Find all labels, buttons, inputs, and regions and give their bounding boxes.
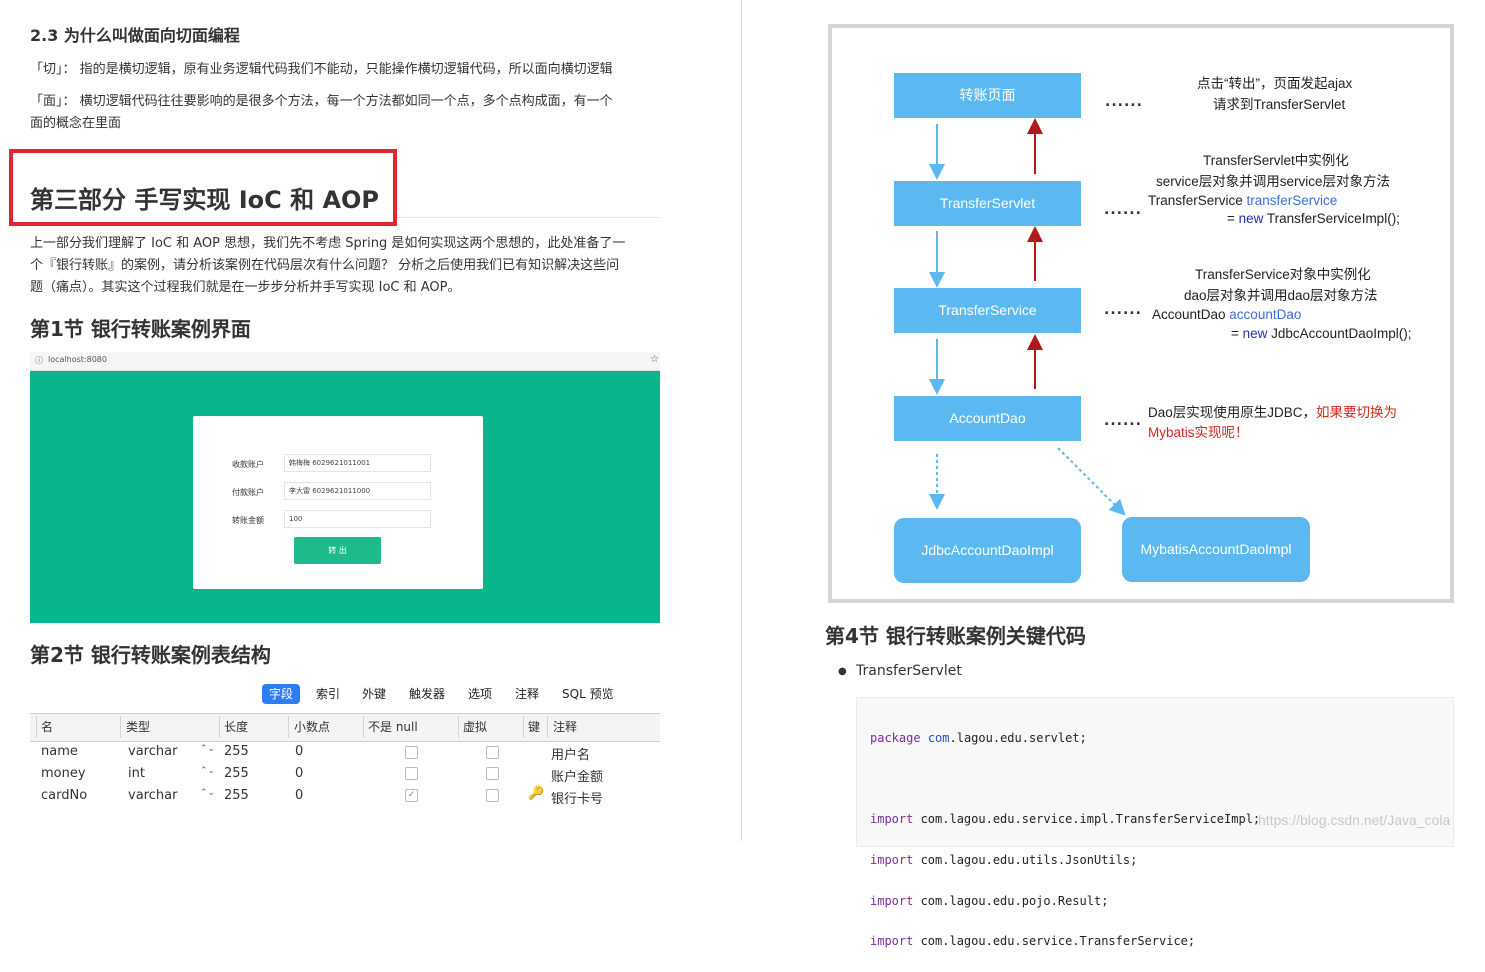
column-separator [288, 716, 289, 738]
column-header-name[interactable]: 名 [41, 718, 53, 735]
dashed-arrow-mybatis [1057, 447, 1126, 516]
para-qie: 「切」： 指的是横切逻辑，原有业务逻辑代码我们不能动，只能操作横切逻辑代码，所以… [30, 62, 613, 77]
cell-decimal[interactable]: 0 [295, 766, 303, 781]
column-header-type[interactable]: 类型 [126, 718, 150, 735]
cell-type[interactable]: varchar [128, 788, 177, 803]
cell-name[interactable]: name [41, 744, 78, 759]
intro-line2: 个『银行转账』的案例，请分析该案例在代码层次有什么问题？ 分析之后使用我们已有知… [30, 258, 620, 273]
cell-name[interactable]: cardNo [41, 788, 87, 803]
column-separator [547, 716, 548, 738]
code-line: import com.lagou.edu.service.impl.Transf… [870, 812, 1261, 827]
section-heading: 2.3 为什么叫做面向切面编程 [30, 26, 240, 45]
dots-connector: ...... [1104, 202, 1142, 218]
transfer-submit-button[interactable]: 转 出 [294, 537, 381, 564]
cell-type[interactable]: varchar [128, 744, 177, 759]
note-page-line1: 点击“转出”，页面发起ajax [1197, 76, 1353, 91]
cell-decimal[interactable]: 0 [295, 744, 303, 759]
dots-connector: ...... [1104, 413, 1142, 429]
note-service-line2: dao层对象并调用dao层对象方法 [1184, 288, 1378, 303]
column-separator [458, 716, 459, 738]
not-null-checkbox[interactable] [405, 746, 418, 759]
tab-sql-preview[interactable]: SQL 预览 [562, 684, 614, 704]
tab-comment[interactable]: 注释 [515, 684, 539, 704]
intro-line1: 上一部分我们理解了 IoC 和 AOP 思想，我们先不考虑 Spring 是如何… [30, 236, 626, 251]
type-stepper-icon[interactable]: ⌃⌄ [200, 789, 215, 798]
dots-connector: ...... [1105, 94, 1143, 110]
column-header-not-null[interactable]: 不是 null [368, 718, 418, 735]
column-header-decimal[interactable]: 小数点 [294, 718, 330, 735]
note-dao-line1: Dao层实现使用原生JDBC，如果要切换为 [1148, 405, 1398, 420]
not-null-checkbox-checked[interactable]: ✓ [405, 789, 418, 802]
note-servlet-line4: = new TransferServiceImpl(); [1227, 211, 1400, 226]
bookmark-star-icon[interactable]: ☆ [650, 354, 659, 365]
amount-label: 转账金额 [232, 516, 264, 525]
cell-comment[interactable]: 银行卡号 [551, 788, 603, 807]
cell-length[interactable]: 255 [224, 744, 249, 759]
bullet-dot: ● [838, 666, 847, 677]
code-line: import com.lagou.edu.pojo.Result; [870, 893, 1109, 908]
note-servlet-line2: service层对象并调用service层对象方法 [1156, 174, 1391, 189]
not-null-checkbox[interactable] [405, 767, 418, 780]
bullet-transfer-servlet: TransferServlet [856, 663, 962, 679]
code-line: ​ [870, 769, 1260, 789]
code-lines: package com.lagou.edu.servlet; ​ import … [870, 708, 1260, 972]
intro-line3: 题（痛点）。其实这个过程我们就是在一步步分析并手写实现 IoC 和 AOP。 [30, 280, 461, 295]
virtual-checkbox[interactable] [486, 767, 499, 780]
cell-decimal[interactable]: 0 [295, 788, 303, 803]
title-rule [397, 217, 659, 218]
virtual-checkbox[interactable] [486, 746, 499, 759]
dots-connector: ...... [1104, 302, 1142, 318]
column-separator [120, 716, 121, 738]
para-mian-line1: 「面」： 横切逻辑代码往往要影响的是很多个方法，每一个方法都如同一个点，多个点构… [30, 94, 613, 109]
section4-title: 第4节 银行转账案例关键代码 [825, 624, 1086, 648]
cell-length[interactable]: 255 [224, 788, 249, 803]
column-separator [523, 716, 524, 738]
cell-length[interactable]: 255 [224, 766, 249, 781]
cell-type[interactable]: int [128, 766, 145, 781]
cell-comment[interactable]: 用户名 [551, 744, 590, 763]
payer-input[interactable]: 李大雷 6029621011000 [284, 482, 431, 500]
tab-options[interactable]: 选项 [468, 684, 492, 704]
payee-label: 收款账户 [232, 460, 264, 469]
primary-key-icon: 🔑 [528, 786, 545, 801]
part-title: 第三部分 手写实现 IoC 和 AOP [30, 186, 380, 214]
tab-trigger[interactable]: 触发器 [409, 684, 445, 704]
cell-comment[interactable]: 账户金额 [551, 766, 603, 785]
tab-index[interactable]: 索引 [316, 684, 340, 704]
browser-url[interactable]: localhost:8080 [48, 355, 107, 364]
column-header-key[interactable]: 键 [528, 718, 540, 735]
note-page-line2: 请求到TransferServlet [1213, 97, 1346, 112]
type-stepper-icon[interactable]: ⌃⌄ [200, 767, 215, 776]
note-servlet-line3: TransferService transferService [1148, 193, 1338, 208]
tab-foreign-key[interactable]: 外键 [362, 684, 386, 704]
page-divider [741, 0, 742, 841]
browser-address-bar[interactable]: ⓘ localhost:8080 ☆ [30, 352, 660, 371]
note-dao-line2: Mybatis实现呢！ [1148, 425, 1249, 440]
note-service-line1: TransferService对象中实例化 [1195, 267, 1371, 282]
virtual-checkbox[interactable] [486, 789, 499, 802]
cell-name[interactable]: money [41, 766, 86, 781]
code-line: package com.lagou.edu.servlet; [870, 731, 1087, 746]
column-separator [363, 716, 364, 738]
column-separator [36, 716, 37, 738]
code-line: import com.lagou.edu.service.TransferSer… [870, 934, 1196, 949]
type-stepper-icon[interactable]: ⌃⌄ [200, 745, 215, 754]
amount-input[interactable]: 100 [284, 510, 431, 528]
payee-input[interactable]: 韩梅梅 6029621011001 [284, 454, 431, 472]
payer-label: 付款账户 [232, 488, 264, 497]
note-servlet-line1: TransferServlet中实例化 [1203, 153, 1349, 168]
tab-fields[interactable]: 字段 [262, 684, 301, 704]
info-icon: ⓘ [35, 356, 43, 365]
section1-title: 第1节 银行转账案例界面 [30, 317, 251, 341]
column-header-length[interactable]: 长度 [224, 718, 248, 735]
note-service-line3: AccountDao accountDao [1152, 307, 1302, 322]
watermark: https://blog.csdn.net/Java_cola [1258, 812, 1451, 828]
column-header-virtual[interactable]: 虚拟 [463, 718, 487, 735]
section2-title: 第2节 银行转账案例表结构 [30, 643, 271, 667]
column-header-comment[interactable]: 注释 [553, 718, 577, 735]
column-separator [219, 716, 220, 738]
note-service-line4: = new JdbcAccountDaoImpl(); [1231, 326, 1412, 341]
para-mian-line2: 面的概念在里面 [30, 116, 122, 131]
code-line: import com.lagou.edu.utils.JsonUtils; [870, 853, 1138, 868]
